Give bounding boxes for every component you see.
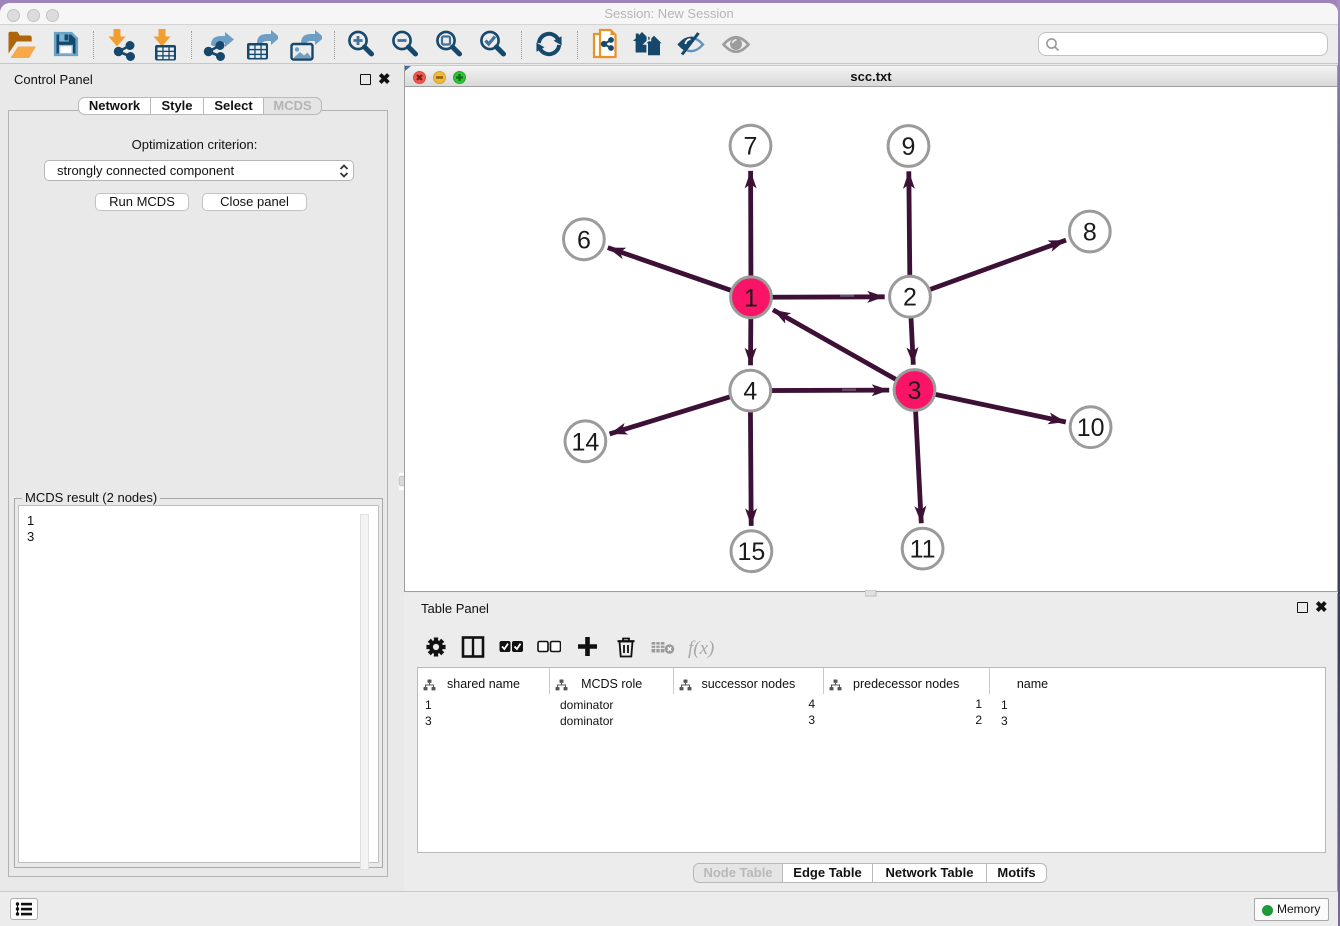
svg-text:7: 7	[744, 133, 758, 161]
svg-text:14: 14	[571, 428, 599, 456]
svg-text:1: 1	[744, 284, 758, 312]
svg-text:6: 6	[577, 226, 591, 254]
svg-text:10: 10	[1077, 414, 1105, 442]
svg-text:15: 15	[737, 538, 765, 566]
svg-text:2: 2	[903, 284, 917, 312]
svg-text:3: 3	[908, 377, 922, 405]
svg-text:11: 11	[910, 536, 936, 564]
svg-text:8: 8	[1083, 219, 1097, 247]
svg-text:4: 4	[743, 378, 757, 406]
svg-text:9: 9	[902, 133, 916, 161]
